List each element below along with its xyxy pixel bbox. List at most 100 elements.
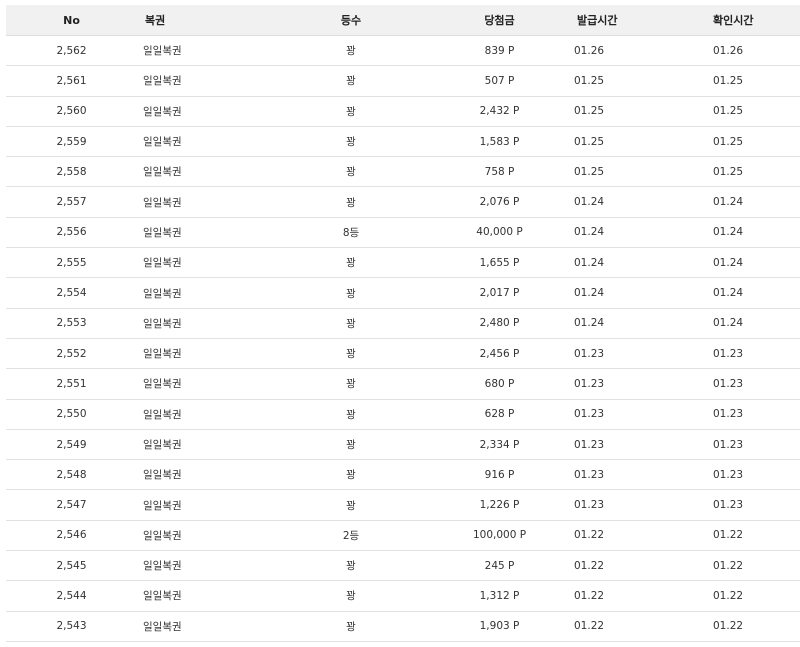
table-row: 2,552 일일복권 꽝 2,456 P 01.23 01.23 [6, 339, 800, 370]
table-row: 2,547 일일복권 꽝 1,226 P 01.23 01.23 [6, 490, 800, 521]
cell-no: 2,550 [56, 408, 87, 421]
cell-prize: 100,000 P [472, 529, 527, 542]
cell-checked-time: 01.23 [713, 408, 744, 421]
cell-lottery: 일일복권 [143, 166, 182, 179]
table-row: 2,549 일일복권 꽝 2,334 P 01.23 01.23 [6, 430, 800, 461]
cell-issued-time: 01.23 [574, 438, 605, 451]
cell-rank: 꽝 [346, 136, 356, 149]
cell-lottery: 일일복권 [143, 560, 182, 573]
cell-no: 2,562 [56, 44, 87, 57]
table-row: 2,558 일일복권 꽝 758 P 01.25 01.25 [6, 157, 800, 188]
cell-issued-time: 01.24 [574, 287, 605, 300]
cell-prize: 2,480 P [479, 317, 520, 330]
table-row: 2,560 일일복권 꽝 2,432 P 01.25 01.25 [6, 97, 800, 127]
cell-issued-time: 01.23 [574, 347, 605, 360]
cell-lottery: 일일복권 [143, 45, 182, 58]
table-row: 2,543 일일복권 꽝 1,903 P 01.22 01.22 [6, 612, 800, 642]
cell-issued-time: 01.22 [574, 529, 605, 542]
cell-prize: 1,903 P [479, 620, 520, 633]
cell-rank: 꽝 [346, 378, 356, 391]
cell-issued-time: 01.25 [574, 74, 605, 87]
cell-no: 2,555 [56, 256, 87, 269]
lottery-history-table: No 복권 등수 당첨금 발급시간 확인시간 2,562 일일복권 꽝 839 P 01… [6, 5, 800, 642]
table-row: 2,562 일일복권 꽝 839 P 01.26 01.26 [6, 36, 800, 67]
cell-issued-time: 01.23 [574, 499, 605, 512]
table-row: 2,548 일일복권 꽝 916 P 01.23 01.23 [6, 460, 800, 491]
cell-rank: 꽝 [346, 560, 356, 573]
cell-no: 2,548 [56, 468, 87, 481]
header-checked-time: 확인시간 [713, 14, 754, 27]
cell-lottery: 일일복권 [143, 105, 182, 118]
cell-checked-time: 01.25 [713, 105, 744, 118]
header-prize: 당첨금 [484, 14, 515, 27]
cell-prize: 2,432 P [479, 105, 520, 118]
cell-issued-time: 01.26 [574, 44, 605, 57]
cell-lottery: 일일복권 [143, 499, 182, 512]
table-body: 2,562 일일복권 꽝 839 P 01.26 01.26 2,561 일일복권 꽝 507 P… [6, 36, 800, 642]
cell-lottery: 일일복권 [143, 196, 182, 209]
cell-lottery: 일일복권 [143, 257, 182, 270]
cell-no: 2,546 [56, 529, 87, 542]
cell-lottery: 일일복권 [143, 75, 182, 88]
cell-prize: 2,076 P [479, 196, 520, 209]
cell-checked-time: 01.25 [713, 165, 744, 178]
cell-prize: 40,000 P [476, 226, 523, 239]
table-header-row: No 복권 등수 당첨금 발급시간 확인시간 [6, 5, 800, 36]
header-lottery: 복권 [145, 14, 166, 27]
cell-prize: 839 P [484, 44, 515, 57]
cell-issued-time: 01.24 [574, 226, 605, 239]
cell-no: 2,558 [56, 165, 87, 178]
cell-no: 2,543 [56, 620, 87, 633]
cell-rank: 꽝 [346, 166, 356, 179]
cell-lottery: 일일복권 [143, 348, 182, 361]
cell-lottery: 일일복권 [143, 378, 182, 391]
cell-lottery: 일일복권 [143, 317, 182, 330]
cell-issued-time: 01.25 [574, 135, 605, 148]
cell-prize: 1,312 P [479, 589, 520, 602]
cell-prize: 2,456 P [479, 347, 520, 360]
cell-checked-time: 01.24 [713, 287, 744, 300]
cell-issued-time: 01.24 [574, 317, 605, 330]
cell-checked-time: 01.25 [713, 135, 744, 148]
cell-rank: 꽝 [346, 196, 356, 209]
cell-no: 2,556 [56, 226, 87, 239]
cell-lottery: 일일복권 [143, 136, 182, 149]
cell-no: 2,553 [56, 317, 87, 330]
cell-checked-time: 01.25 [713, 74, 744, 87]
cell-no: 2,557 [56, 196, 87, 209]
cell-rank: 8등 [342, 226, 360, 239]
cell-issued-time: 01.25 [574, 165, 605, 178]
cell-prize: 1,226 P [479, 499, 520, 512]
cell-prize: 2,017 P [479, 287, 520, 300]
cell-checked-time: 01.24 [713, 196, 744, 209]
cell-issued-time: 01.22 [574, 589, 605, 602]
table-row: 2,546 일일복권 2등 100,000 P 01.22 01.22 [6, 521, 800, 552]
cell-lottery: 일일복권 [143, 469, 182, 482]
cell-issued-time: 01.22 [574, 620, 605, 633]
cell-checked-time: 01.23 [713, 377, 744, 390]
cell-issued-time: 01.23 [574, 408, 605, 421]
table-row: 2,556 일일복권 8등 40,000 P 01.24 01.24 [6, 218, 800, 249]
table-row: 2,545 일일복권 꽝 245 P 01.22 01.22 [6, 551, 800, 582]
table-row: 2,551 일일복권 꽝 680 P 01.23 01.23 [6, 369, 800, 400]
cell-issued-time: 01.25 [574, 105, 605, 118]
cell-checked-time: 01.22 [713, 589, 744, 602]
cell-no: 2,560 [56, 105, 87, 118]
cell-rank: 꽝 [346, 45, 356, 58]
cell-rank: 꽝 [346, 287, 356, 300]
cell-issued-time: 01.22 [574, 559, 605, 572]
cell-prize: 1,655 P [479, 256, 520, 269]
header-no: No [63, 13, 80, 27]
cell-checked-time: 01.23 [713, 468, 744, 481]
cell-rank: 꽝 [346, 105, 356, 118]
cell-no: 2,547 [56, 499, 87, 512]
cell-rank: 꽝 [346, 75, 356, 88]
cell-rank: 꽝 [346, 590, 356, 603]
cell-lottery: 일일복권 [143, 226, 182, 239]
table-row: 2,559 일일복권 꽝 1,583 P 01.25 01.25 [6, 127, 800, 158]
table-row: 2,555 일일복권 꽝 1,655 P 01.24 01.24 [6, 248, 800, 279]
cell-no: 2,551 [56, 377, 87, 390]
cell-checked-time: 01.24 [713, 226, 744, 239]
cell-rank: 꽝 [346, 257, 356, 270]
cell-lottery: 일일복권 [143, 590, 182, 603]
